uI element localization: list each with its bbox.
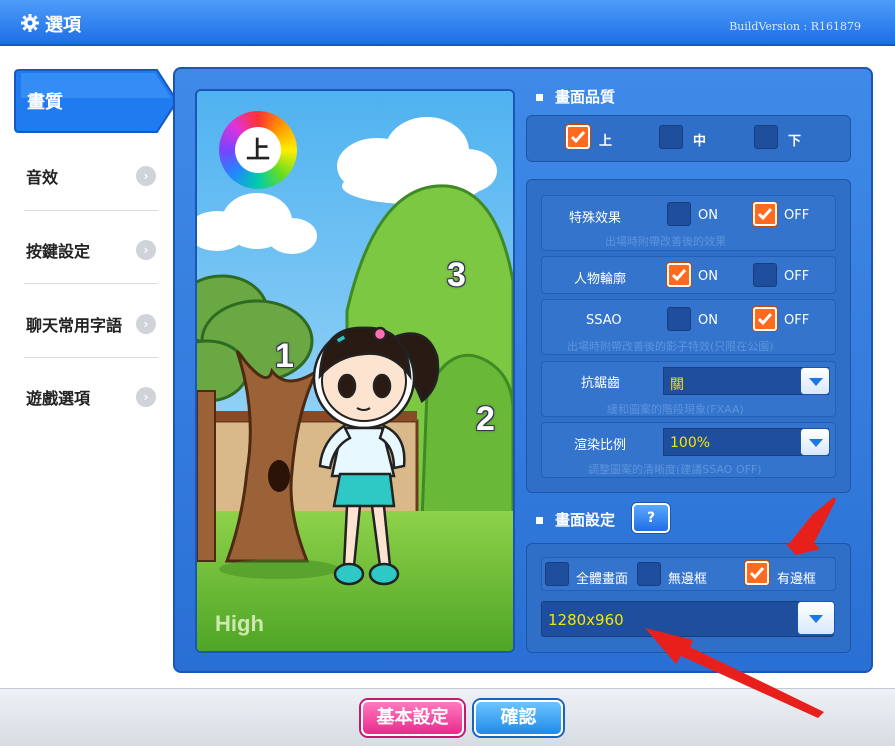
chevron-right-icon: › xyxy=(136,387,156,407)
chevron-right-icon: › xyxy=(136,314,156,334)
preview-label-3: 3 xyxy=(447,256,466,294)
quality-low-label: 下 xyxy=(788,134,802,149)
sidebar-item-label: 遊戲選項 xyxy=(26,389,91,408)
borderless-checkbox[interactable] xyxy=(637,562,661,586)
special-effects-on-label: ON xyxy=(698,208,718,223)
quality-high-label: 上 xyxy=(599,134,613,149)
dropdown-arrow-icon[interactable] xyxy=(800,367,830,395)
chevron-right-icon: › xyxy=(136,240,156,260)
bullet xyxy=(536,94,543,101)
sidebar-item-label: 按鍵設定 xyxy=(26,242,91,261)
outline-label: 人物輪廓 xyxy=(574,272,627,287)
display-section-label: 畫面設定 xyxy=(555,511,616,529)
dropdown-arrow-icon[interactable] xyxy=(797,601,835,635)
sidebar-item-label: 聊天常用字語 xyxy=(26,316,123,335)
sidebar-item-label: 畫質 xyxy=(27,92,63,113)
render-scale-dropdown[interactable]: 100% xyxy=(663,428,830,456)
gear-icon xyxy=(20,13,40,37)
ssao-desc: 出場時附帶改善後的影子特效(只限在公園) xyxy=(567,340,774,353)
borderless-label: 無邊框 xyxy=(668,572,708,587)
special-effects-off-checkbox[interactable] xyxy=(753,202,777,226)
sidebar-divider xyxy=(24,283,158,284)
resolution-dropdown[interactable]: 1280x960 xyxy=(541,601,835,637)
quality-preview-image: 上 1 2 3 High xyxy=(195,89,515,653)
sidebar-divider xyxy=(24,357,158,358)
build-version: BuildVersion : R161879 xyxy=(729,20,861,33)
title-bar: 選項 BuildVersion : R161879 xyxy=(0,0,895,46)
antialias-value: 關 xyxy=(670,377,684,393)
preview-label-2: 2 xyxy=(476,400,495,438)
preview-caption: High xyxy=(215,611,264,636)
special-effects-on-checkbox[interactable] xyxy=(667,202,691,226)
ssao-on-label: ON xyxy=(698,313,718,328)
ssao-label: SSAO xyxy=(586,313,622,328)
help-icon: ? xyxy=(646,510,656,526)
ssao-off-checkbox[interactable] xyxy=(753,307,777,331)
ssao-on-checkbox[interactable] xyxy=(667,307,691,331)
antialias-label: 抗鋸齒 xyxy=(581,376,621,391)
basic-settings-button[interactable]: 基本設定 xyxy=(361,700,464,736)
sidebar-item-game-options[interactable]: 遊戲選項 › xyxy=(24,369,158,419)
render-scale-value: 100% xyxy=(670,435,711,451)
quality-badge-label: 上 xyxy=(235,127,281,173)
fullscreen-label: 全體畫面 xyxy=(576,572,629,587)
quality-section-label: 畫面品質 xyxy=(555,88,616,106)
sidebar-item-label: 音效 xyxy=(26,168,59,187)
antialias-desc: 緩和圖案的階段現象(FXAA) xyxy=(607,403,744,416)
sidebar-item-keys[interactable]: 按鍵設定 › xyxy=(24,222,158,272)
special-effects-label: 特殊效果 xyxy=(569,211,622,226)
resolution-value: 1280x960 xyxy=(548,611,624,629)
outline-off-label: OFF xyxy=(784,269,810,284)
outline-on-checkbox[interactable] xyxy=(667,263,691,287)
windowed-label: 有邊框 xyxy=(777,572,817,587)
quality-section-title: 畫面品質 xyxy=(536,86,615,107)
antialias-dropdown[interactable]: 關 xyxy=(663,367,830,395)
window-title: 選項 xyxy=(45,15,81,36)
help-button[interactable]: ? xyxy=(632,503,670,533)
character-illustration xyxy=(312,326,440,586)
quality-medium-label: 中 xyxy=(693,134,707,149)
quality-low-checkbox[interactable] xyxy=(754,125,778,149)
sidebar-item-graphics[interactable]: 畫質 xyxy=(13,68,179,134)
quality-medium-checkbox[interactable] xyxy=(659,125,683,149)
quality-high-checkbox[interactable] xyxy=(566,125,590,149)
chevron-right-icon: › xyxy=(136,166,156,186)
special-effects-desc: 出場時附帶改善後的效果 xyxy=(605,235,726,248)
sidebar-item-chat-phrases[interactable]: 聊天常用字語 › xyxy=(24,296,158,346)
windowed-checkbox[interactable] xyxy=(745,561,769,585)
dropdown-arrow-icon[interactable] xyxy=(800,428,830,456)
display-section-title: 畫面設定 xyxy=(536,509,615,530)
outline-on-label: ON xyxy=(698,269,718,284)
preview-label-1: 1 xyxy=(275,337,294,375)
quality-badge: 上 xyxy=(219,111,297,189)
confirm-button[interactable]: 確認 xyxy=(474,700,563,736)
ssao-off-label: OFF xyxy=(784,313,810,328)
sidebar-item-sound[interactable]: 音效 › xyxy=(24,148,158,198)
render-scale-desc: 調整圖案的清晰度(建議SSAO OFF) xyxy=(588,463,762,476)
bullet xyxy=(536,517,543,524)
special-effects-off-label: OFF xyxy=(784,208,810,223)
fullscreen-checkbox[interactable] xyxy=(545,562,569,586)
outline-off-checkbox[interactable] xyxy=(753,263,777,287)
sidebar-divider xyxy=(24,210,158,211)
render-scale-label: 渲染比例 xyxy=(574,438,627,453)
